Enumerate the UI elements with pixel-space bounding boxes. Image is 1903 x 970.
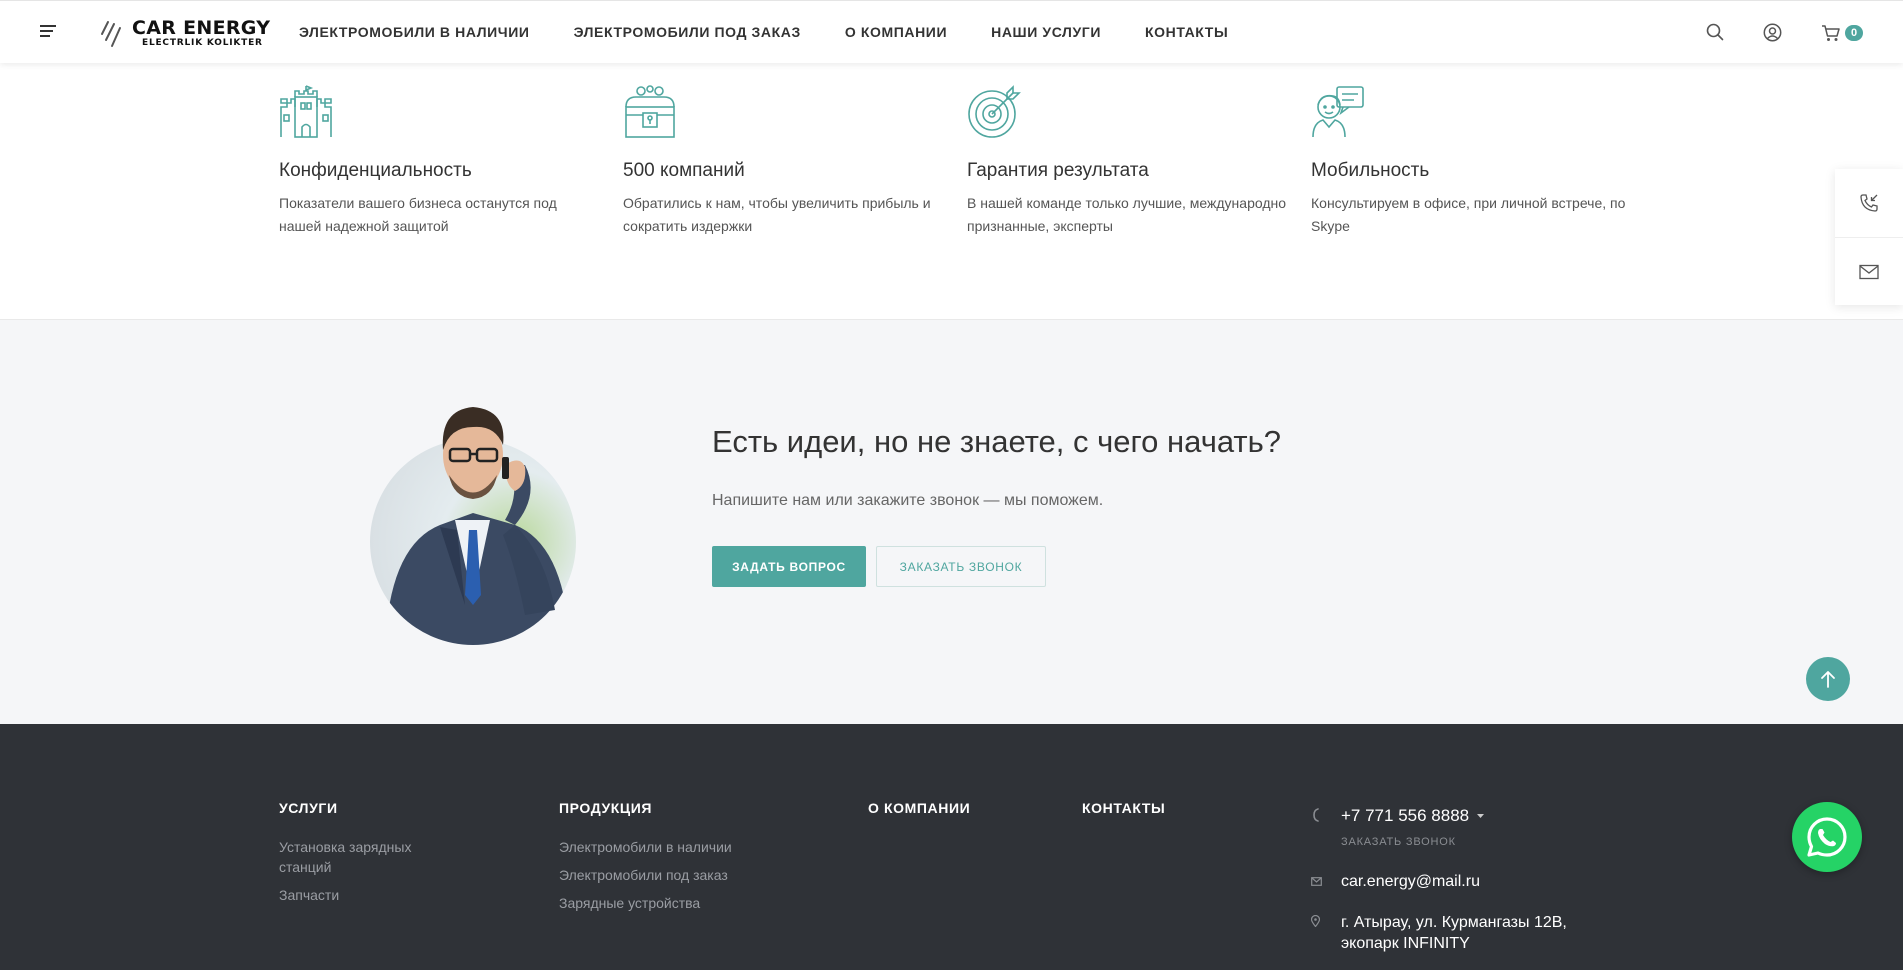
consultant-icon bbox=[1312, 86, 1364, 138]
footer-phone-row: +7 771 556 8888 bbox=[1311, 806, 1485, 827]
cta-section bbox=[0, 319, 1903, 724]
cta-subtitle: Напишите нам или закажите звонок — мы по… bbox=[712, 492, 1104, 509]
nav-item-cars-on-order[interactable]: ЭЛЕКТРОМОБИЛИ ПОД ЗАКАЗ bbox=[574, 24, 801, 40]
feature-title: Конфиденциальность bbox=[279, 160, 472, 181]
footer-link-cars-in-stock[interactable]: Электромобили в наличии bbox=[559, 837, 732, 857]
footer-email-row: car.energy@mail.ru bbox=[1311, 871, 1480, 892]
feature-title: Мобильность bbox=[1311, 160, 1430, 181]
target-icon bbox=[968, 85, 1021, 138]
feature-text: Обратились к нам, чтобы увеличить прибыл… bbox=[623, 195, 931, 234]
feature-text: Показатели вашего бизнеса останутся под … bbox=[279, 195, 557, 234]
footer-phone[interactable]: +7 771 556 8888 bbox=[1341, 806, 1469, 827]
menu-icon[interactable] bbox=[40, 25, 56, 37]
chevron-down-icon[interactable] bbox=[1477, 814, 1485, 819]
cart-count-badge[interactable]: 0 bbox=[1845, 25, 1863, 41]
footer-col-services: УСЛУГИ Установка зарядных станций Запчас… bbox=[279, 800, 449, 913]
whatsapp-icon bbox=[1807, 817, 1847, 857]
phone-icon bbox=[1313, 808, 1319, 822]
phone-callback-icon bbox=[1860, 194, 1878, 212]
user-icon[interactable] bbox=[1763, 23, 1782, 42]
footer-link-cars-on-order[interactable]: Электромобили под заказ bbox=[559, 865, 732, 885]
feature-title: Гарантия результата bbox=[967, 160, 1149, 181]
site-header: CAR ENERGY ELECTRLIK KOLIKTER ЭЛЕКТРОМОБ… bbox=[0, 0, 1903, 63]
footer-link-parts[interactable]: Запчасти bbox=[279, 885, 449, 905]
nav-item-about[interactable]: О КОМПАНИИ bbox=[845, 24, 947, 40]
main-nav: ЭЛЕКТРОМОБИЛИ В НАЛИЧИИ ЭЛЕКТРОМОБИЛИ ПО… bbox=[299, 24, 1272, 40]
features-section: Конфиденциальность Показатели вашего биз… bbox=[279, 85, 1679, 245]
logo-mark-icon bbox=[101, 21, 121, 47]
footer-col-company: О КОМПАНИИ bbox=[868, 800, 970, 837]
cart-icon[interactable] bbox=[1821, 24, 1841, 42]
site-logo[interactable]: CAR ENERGY ELECTRLIK KOLIKTER bbox=[100, 17, 270, 51]
footer-heading-contacts[interactable]: КОНТАКТЫ bbox=[1082, 800, 1165, 816]
treasure-chest-icon bbox=[625, 85, 675, 138]
feature-text: В нашей команде только лучшие, междунаро… bbox=[967, 195, 1287, 234]
nav-item-contacts[interactable]: КОНТАКТЫ bbox=[1145, 24, 1228, 40]
feature-title: 500 компаний bbox=[623, 160, 745, 181]
castle-icon bbox=[280, 85, 332, 138]
side-contact-panel bbox=[1835, 169, 1903, 305]
footer-address: г. Атырау, ул. Курмангазы 12В, экопарк I… bbox=[1341, 914, 1567, 952]
footer-heading-products[interactable]: ПРОДУКЦИЯ bbox=[559, 800, 732, 816]
search-icon[interactable] bbox=[1706, 23, 1724, 41]
logo-title: CAR ENERGY bbox=[132, 17, 271, 39]
feature-item: Гарантия результата В нашей команде толь… bbox=[967, 85, 1287, 238]
arrow-up-icon bbox=[1821, 671, 1835, 688]
feature-item: Конфиденциальность Показатели вашего биз… bbox=[279, 85, 599, 238]
footer-address-row: г. Атырау, ул. Курмангазы 12В, экопарк I… bbox=[1310, 912, 1591, 954]
logo-subtitle: ELECTRLIK KOLIKTER bbox=[142, 38, 263, 48]
email-side-button[interactable] bbox=[1835, 237, 1903, 305]
scroll-to-top-button[interactable] bbox=[1806, 657, 1850, 701]
footer-col-contacts: КОНТАКТЫ bbox=[1082, 800, 1165, 837]
nav-item-services[interactable]: НАШИ УСЛУГИ bbox=[991, 24, 1101, 40]
footer-email[interactable]: car.energy@mail.ru bbox=[1341, 871, 1480, 892]
footer-heading-company[interactable]: О КОМПАНИИ bbox=[868, 800, 970, 816]
mail-icon bbox=[1311, 877, 1322, 886]
footer-link-chargers[interactable]: Зарядные устройства bbox=[559, 893, 732, 913]
footer-order-call-link[interactable]: ЗАКАЗАТЬ ЗВОНОК bbox=[1341, 836, 1456, 848]
callback-side-button[interactable] bbox=[1835, 169, 1903, 237]
footer-link-charging-stations[interactable]: Установка зарядных станций bbox=[279, 837, 449, 877]
businessman-photo bbox=[370, 407, 576, 645]
order-call-button[interactable]: ЗАКАЗАТЬ ЗВОНОК bbox=[876, 546, 1046, 587]
feature-item: 500 компаний Обратились к нам, чтобы уве… bbox=[623, 85, 943, 238]
footer-col-products: ПРОДУКЦИЯ Электромобили в наличии Электр… bbox=[559, 800, 732, 921]
footer-heading-services[interactable]: УСЛУГИ bbox=[279, 800, 449, 816]
location-pin-icon bbox=[1310, 914, 1321, 928]
cta-title: Есть идеи, но не знаете, с чего начать? bbox=[712, 424, 1281, 459]
feature-text: Консультируем в офисе, при личной встреч… bbox=[1311, 195, 1626, 234]
mail-icon bbox=[1859, 264, 1879, 279]
ask-question-button[interactable]: ЗАДАТЬ ВОПРОС bbox=[712, 546, 866, 587]
nav-item-cars-in-stock[interactable]: ЭЛЕКТРОМОБИЛИ В НАЛИЧИИ bbox=[299, 24, 530, 40]
whatsapp-button[interactable] bbox=[1792, 802, 1862, 872]
feature-item: Мобильность Консультируем в офисе, при л… bbox=[1311, 85, 1631, 238]
